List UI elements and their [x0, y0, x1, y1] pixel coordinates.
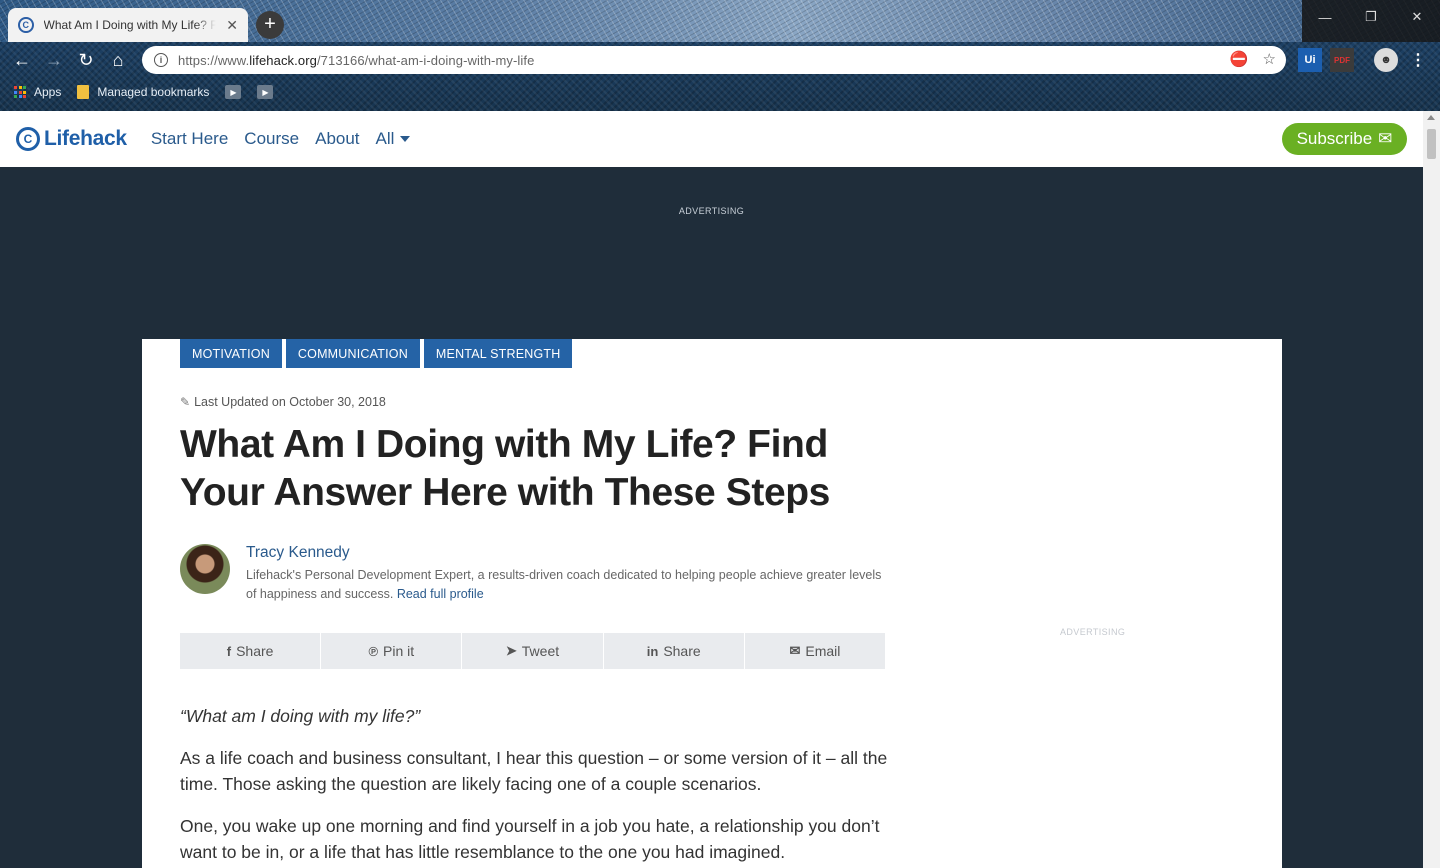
share-label: Email	[805, 643, 841, 659]
envelope-icon: ✉	[1378, 129, 1393, 148]
play-bookmark-icon: ▶	[225, 85, 242, 99]
article-paragraph: “What am I doing with my life?”	[180, 706, 421, 726]
close-window-button[interactable]: ✕	[1394, 0, 1440, 34]
pinterest-icon: ℗	[368, 643, 379, 659]
folder-icon	[77, 85, 90, 99]
sidebar-advertising-label: ADVERTISING	[1060, 627, 1126, 637]
edit-icon: ✎	[180, 395, 191, 409]
apps-grid-icon	[14, 86, 26, 98]
share-label: Share	[236, 643, 274, 659]
forward-arrow-icon[interactable]: →	[38, 44, 70, 76]
tag-motivation[interactable]: MOTIVATION	[180, 339, 282, 368]
author-bio: Lifehack's Personal Development Expert, …	[246, 566, 890, 604]
browser-toolbar: ← → ↻ ⌂ i https://www.lifehack.org/71316…	[0, 42, 1440, 78]
minimize-button[interactable]: —	[1302, 0, 1348, 34]
bookmark-shortcut-2[interactable]: ▶	[257, 85, 274, 99]
share-email-button[interactable]: ✉ Email	[744, 633, 886, 669]
tag-communication[interactable]: COMMUNICATION	[285, 339, 420, 368]
nav-about[interactable]: About	[315, 129, 359, 149]
bookmark-shortcut-1[interactable]: ▶	[225, 85, 242, 99]
url-text: https://www.lifehack.org/713166/what-am-…	[178, 52, 535, 68]
nav-start-here[interactable]: Start Here	[151, 129, 228, 149]
caret-down-icon	[400, 136, 411, 142]
tab-close-icon[interactable]: ✕	[226, 17, 238, 34]
bookmark-label: Apps	[34, 85, 62, 99]
last-updated-text: Last Updated on October 30, 2018	[194, 395, 386, 409]
subscribe-label: Subscribe	[1296, 129, 1373, 148]
bookmark-star-icon[interactable]: ☆	[1263, 50, 1276, 68]
scroll-up-arrow-icon[interactable]	[1427, 115, 1435, 120]
site-header: C Lifehack Start Here Course About All S…	[0, 111, 1423, 167]
lifehack-logo[interactable]: C Lifehack	[16, 127, 127, 151]
restore-button[interactable]: ❐	[1348, 0, 1394, 34]
author-avatar[interactable]	[180, 544, 230, 594]
logo-text: Lifehack	[44, 127, 127, 150]
share-linkedin-button[interactable]: in Share	[603, 633, 744, 669]
twitter-icon: ➤	[505, 643, 517, 658]
window-controls: — ❐ ✕	[1302, 0, 1440, 42]
page-scrollbar[interactable]	[1423, 111, 1440, 868]
author-name[interactable]: Tracy Kennedy	[246, 544, 350, 562]
home-icon[interactable]: ⌂	[102, 44, 134, 76]
facebook-icon: f	[226, 643, 232, 659]
bookmark-apps[interactable]: Apps	[14, 85, 61, 99]
share-label: Share	[663, 643, 701, 659]
browser-tab-active[interactable]: C What Am I Doing with My Life? Find You…	[8, 8, 248, 42]
top-ad-area: ADVERTISING	[0, 167, 1423, 339]
article-paragraph: As a life coach and business consultant,…	[180, 748, 888, 794]
share-label: Tweet	[521, 643, 560, 659]
subscribe-button[interactable]: Subscribe ✉	[1282, 123, 1407, 155]
share-pinterest-button[interactable]: ℗ Pin it	[321, 633, 462, 669]
bookmarks-bar: Apps Managed bookmarks ▶ ▶	[0, 79, 1440, 105]
last-updated: ✎ Last Updated on October 30, 2018	[180, 395, 386, 409]
address-bar[interactable]: i https://www.lifehack.org/713166/what-a…	[142, 46, 1286, 74]
share-label: Pin it	[383, 643, 415, 659]
bookmark-label: Managed bookmarks	[97, 85, 210, 99]
nav-all-label: All	[375, 129, 395, 148]
share-twitter-button[interactable]: ➤ Tweet	[462, 633, 603, 669]
nav-all-dropdown[interactable]: All	[376, 129, 411, 149]
main-nav: Start Here Course About All	[151, 129, 411, 149]
new-tab-button[interactable]: +	[256, 11, 284, 39]
scroll-thumb[interactable]	[1427, 129, 1436, 159]
article-title: What Am I Doing with My Life? Find Your …	[180, 423, 830, 514]
blocked-content-icon[interactable]: ⛔	[1230, 50, 1249, 68]
tab-title: What Am I Doing with My Life? Find Your …	[43, 18, 217, 32]
bookmark-managed[interactable]: Managed bookmarks	[77, 85, 209, 99]
article-paragraph: One, you wake up one morning and find yo…	[180, 816, 880, 862]
tag-mental-strength[interactable]: MENTAL STRENGTH	[423, 339, 573, 368]
email-icon: ✉	[789, 643, 801, 658]
share-facebook-button[interactable]: f Share	[180, 633, 321, 669]
share-bar: f Share ℗ Pin it ➤ Tweet in Share ✉ Emai…	[180, 633, 886, 669]
pdf-extension-icon[interactable]: PDF	[1330, 48, 1354, 72]
browser-menu-icon[interactable]: ⋮	[1406, 48, 1430, 72]
profile-avatar-icon[interactable]: ☻	[1374, 48, 1398, 72]
uipath-extension-icon[interactable]: Ui	[1298, 48, 1322, 72]
author-bio-text: Lifehack's Personal Development Expert, …	[246, 568, 882, 601]
advertising-label: ADVERTISING	[678, 206, 745, 216]
lifehack-favicon-icon: C	[18, 17, 34, 33]
play-bookmark-icon: ▶	[257, 85, 274, 99]
site-info-icon[interactable]: i	[154, 53, 168, 67]
article-body: “What am I doing with my life?” As a lif…	[180, 703, 890, 868]
article-container: MOTIVATION COMMUNICATION MENTAL STRENGTH…	[142, 339, 1282, 868]
lifehack-logo-icon: C	[16, 127, 40, 151]
nav-course[interactable]: Course	[244, 129, 299, 149]
back-arrow-icon[interactable]: ←	[6, 44, 38, 76]
linkedin-icon: in	[646, 643, 659, 659]
browser-chrome: C What Am I Doing with My Life? Find You…	[0, 0, 1440, 111]
read-full-profile-link[interactable]: Read full profile	[397, 587, 484, 601]
reload-icon[interactable]: ↻	[70, 44, 102, 76]
category-tags: MOTIVATION COMMUNICATION MENTAL STRENGTH	[180, 339, 573, 368]
